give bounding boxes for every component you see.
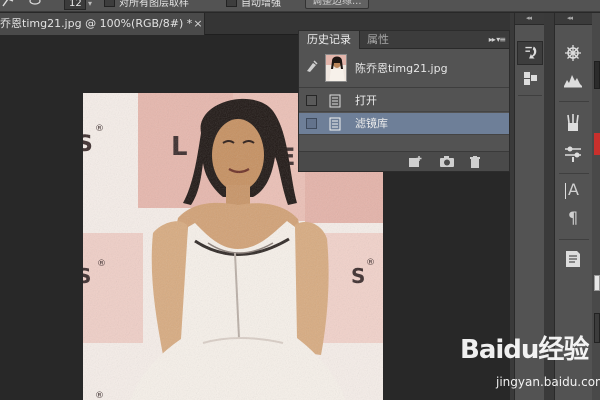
brush-presets-icon[interactable] xyxy=(560,111,586,135)
dock-divider xyxy=(559,173,589,174)
history-panel-footer xyxy=(299,151,509,171)
document-tab-title: 乔恩timg21.jpg @ 100%(RGB/8#) * xyxy=(0,17,193,30)
character-panel-icon[interactable]: A xyxy=(560,179,586,203)
history-state-open[interactable]: 打开 xyxy=(299,90,509,112)
history-state-checkbox[interactable] xyxy=(306,118,317,129)
collapse-dock-icon[interactable]: ◂◂ xyxy=(526,14,532,22)
dock-column-1-header[interactable]: ◂◂ xyxy=(515,13,544,25)
history-state-label: 滤镜库 xyxy=(355,117,388,130)
trash-icon[interactable] xyxy=(467,155,483,169)
history-state-label: 打开 xyxy=(355,94,377,107)
tab-properties[interactable]: 属性 xyxy=(359,31,397,49)
dock-column-2-header[interactable]: ◂◂ xyxy=(555,13,592,25)
snapshot-thumbnail xyxy=(325,54,347,82)
navigator-wheel-icon[interactable] xyxy=(560,41,586,65)
history-panel-icon[interactable] xyxy=(517,41,543,65)
collapse-dock-icon[interactable]: ◂◂ xyxy=(567,14,573,22)
paragraph-panel-icon[interactable]: ¶ xyxy=(560,207,586,231)
notes-panel-icon[interactable] xyxy=(560,247,586,271)
panel-menu-icon[interactable]: ▸▸ ▾≡ xyxy=(489,31,506,49)
auto-enhance-label: 自动增强 xyxy=(241,0,281,9)
baidu-jingyan-watermark: Baidu经验 jingyan.baidu.com xyxy=(460,330,600,400)
history-brush-source-icon[interactable] xyxy=(305,59,319,73)
snapshot-label: 陈乔恩timg21.jpg xyxy=(355,62,448,75)
brush-size-dropdown-icon[interactable]: ▾ xyxy=(88,0,92,10)
swatch-white[interactable] xyxy=(594,275,600,291)
auto-enhance-checkbox[interactable] xyxy=(226,0,237,7)
sample-all-layers-checkbox[interactable] xyxy=(104,0,115,7)
properties-panel-icon[interactable] xyxy=(517,67,543,91)
history-snapshot-row[interactable]: 陈乔恩timg21.jpg xyxy=(299,50,509,88)
swatch-dark[interactable] xyxy=(594,61,600,89)
brush-size-value: 12 xyxy=(69,0,82,9)
brush-settings-icon[interactable] xyxy=(560,141,586,165)
brush-mode-icon[interactable] xyxy=(28,0,42,10)
create-snapshot-icon[interactable] xyxy=(439,155,455,169)
character-icon-glyph: A xyxy=(568,180,579,199)
panel-tab-strip: 历史记录 属性 ▸▸ ▾≡ xyxy=(299,31,509,49)
brush-preset-icon[interactable] xyxy=(2,0,14,10)
document-state-icon xyxy=(329,117,341,131)
refine-edge-button[interactable]: 调整边缘... xyxy=(305,0,369,9)
close-tab-icon[interactable]: × xyxy=(192,13,204,35)
text-cursor-mark xyxy=(565,183,566,199)
swatch-red[interactable] xyxy=(594,133,600,155)
new-document-from-state-icon[interactable] xyxy=(407,155,423,169)
history-panel: 历史记录 属性 ▸▸ ▾≡ 陈乔恩timg21.jpg 打开 滤镜库 xyxy=(298,30,510,172)
watermark-logo: Baidu经验 xyxy=(460,335,589,365)
dock-divider xyxy=(559,101,589,102)
document-state-icon xyxy=(329,94,341,108)
options-bar: 12 ▾ 对所有图层取样 自动增强 调整边缘... xyxy=(0,0,600,12)
document-tab[interactable]: 乔恩timg21.jpg @ 100%(RGB/8#) * × xyxy=(0,13,205,35)
sample-all-layers-label: 对所有图层取样 xyxy=(119,0,189,9)
tab-history[interactable]: 历史记录 xyxy=(299,31,360,49)
history-state-checkbox[interactable] xyxy=(306,95,317,106)
watermark-url: jingyan.baidu.com xyxy=(496,375,600,389)
paragraph-icon-glyph: ¶ xyxy=(568,208,579,227)
brush-size-field[interactable]: 12 xyxy=(64,0,86,10)
dock-divider xyxy=(518,95,542,96)
history-state-filter-gallery[interactable]: 滤镜库 xyxy=(299,113,509,135)
dock-divider xyxy=(559,239,589,240)
histogram-icon[interactable] xyxy=(560,67,586,91)
